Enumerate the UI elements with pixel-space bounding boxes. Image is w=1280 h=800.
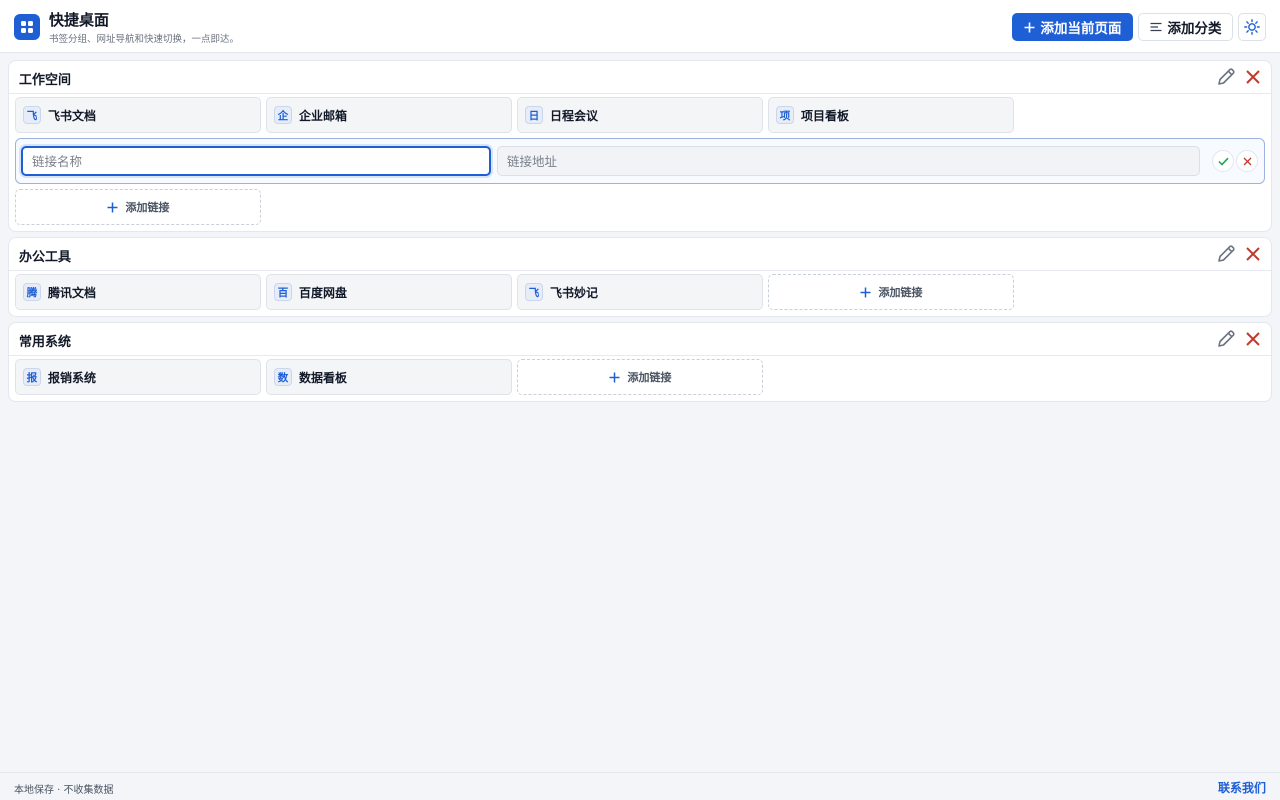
link-badge: 飞	[525, 283, 543, 301]
bookmark-link[interactable]: 数 数据看板	[266, 359, 512, 395]
add-link-label: 添加链接	[878, 286, 923, 299]
edit-category-button[interactable]	[1216, 67, 1236, 87]
new-link-form	[15, 138, 1265, 184]
bookmark-link[interactable]: 腾 腾讯文档	[15, 274, 261, 310]
category-header: 办公工具	[9, 238, 1271, 271]
link-url-input[interactable]	[497, 146, 1200, 176]
link-name: 飞书文档	[48, 108, 97, 123]
add-link-button[interactable]: 添加链接	[768, 274, 1014, 310]
close-icon	[1246, 332, 1260, 346]
cancel-link-button[interactable]	[1236, 150, 1258, 172]
plus-icon	[860, 287, 870, 297]
category-title: 常用系统	[19, 335, 72, 350]
link-name: 百度网盘	[299, 285, 348, 300]
theme-toggle-button[interactable]	[1238, 13, 1266, 41]
plus-icon	[609, 372, 619, 382]
add-link-label: 添加链接	[125, 201, 170, 214]
bookmark-link[interactable]: 日 日程会议	[517, 97, 763, 133]
pencil-icon	[1218, 68, 1235, 85]
link-badge: 企	[274, 106, 292, 124]
category-card: 工作空间 飞 飞书文档 企 企业邮箱 日 日程会议 项 项目看板 添加链接	[8, 60, 1272, 232]
delete-category-button[interactable]	[1243, 244, 1263, 264]
add-current-page-button[interactable]: 添加当前页面	[1012, 13, 1133, 41]
confirm-link-button[interactable]	[1212, 150, 1234, 172]
link-badge: 数	[274, 368, 292, 386]
close-icon	[1246, 70, 1260, 84]
plus-icon	[1024, 22, 1034, 32]
sun-icon	[1244, 19, 1260, 35]
link-badge: 百	[274, 283, 292, 301]
link-name: 报销系统	[48, 370, 97, 385]
privacy-note: 本地保存 · 不收集数据	[14, 785, 114, 796]
category-card: 办公工具 腾 腾讯文档 百 百度网盘 飞 飞书妙记 添加链接	[8, 237, 1272, 317]
link-name: 飞书妙记	[550, 285, 599, 300]
link-name: 企业邮箱	[299, 108, 348, 123]
add-link-button[interactable]: 添加链接	[517, 359, 763, 395]
pencil-icon	[1218, 245, 1235, 262]
check-icon	[1217, 157, 1229, 166]
delete-category-button[interactable]	[1243, 67, 1263, 87]
plus-icon	[107, 202, 117, 212]
link-badge: 报	[23, 368, 41, 386]
link-badge: 飞	[23, 106, 41, 124]
pencil-icon	[1218, 330, 1235, 347]
add-current-page-label: 添加当前页面	[1040, 21, 1122, 37]
link-name: 腾讯文档	[48, 285, 97, 300]
link-badge: 项	[776, 106, 794, 124]
app-logo-icon	[14, 14, 40, 40]
bookmark-link[interactable]: 企 企业邮箱	[266, 97, 512, 133]
close-icon	[1246, 247, 1260, 261]
category-header: 工作空间	[9, 61, 1271, 94]
add-category-button[interactable]: 添加分类	[1138, 13, 1233, 41]
edit-category-button[interactable]	[1216, 244, 1236, 264]
add-link-button[interactable]: 添加链接	[15, 189, 261, 225]
category-title: 办公工具	[19, 250, 72, 265]
link-badge: 日	[525, 106, 543, 124]
app-footer: 本地保存 · 不收集数据 联系我们	[0, 772, 1280, 800]
category-header: 常用系统	[9, 323, 1271, 356]
app-title: 快捷桌面	[49, 11, 110, 29]
list-icon	[1150, 22, 1161, 32]
bookmark-link[interactable]: 飞 飞书妙记	[517, 274, 763, 310]
app-subtitle: 书签分组、网址导航和快速切换，一点即达。	[49, 34, 240, 45]
add-category-label: 添加分类	[1167, 21, 1222, 37]
link-name: 日程会议	[550, 108, 599, 123]
delete-category-button[interactable]	[1243, 329, 1263, 349]
contact-us-link[interactable]: 联系我们	[1218, 779, 1266, 796]
edit-category-button[interactable]	[1216, 329, 1236, 349]
category-card: 常用系统 报 报销系统 数 数据看板 添加链接	[8, 322, 1272, 402]
link-name: 项目看板	[801, 108, 850, 123]
bookmark-link[interactable]: 百 百度网盘	[266, 274, 512, 310]
bookmark-link[interactable]: 报 报销系统	[15, 359, 261, 395]
add-link-label: 添加链接	[627, 371, 672, 384]
link-name: 数据看板	[299, 370, 348, 385]
bookmark-link[interactable]: 飞 飞书文档	[15, 97, 261, 133]
bookmark-link[interactable]: 项 项目看板	[768, 97, 1014, 133]
category-title: 工作空间	[19, 73, 72, 88]
link-badge: 腾	[23, 283, 41, 301]
close-icon	[1243, 157, 1251, 165]
app-header: 快捷桌面 书签分组、网址导航和快速切换，一点即达。 添加当前页面 添加分类	[0, 0, 1280, 53]
link-name-input[interactable]	[21, 146, 491, 176]
